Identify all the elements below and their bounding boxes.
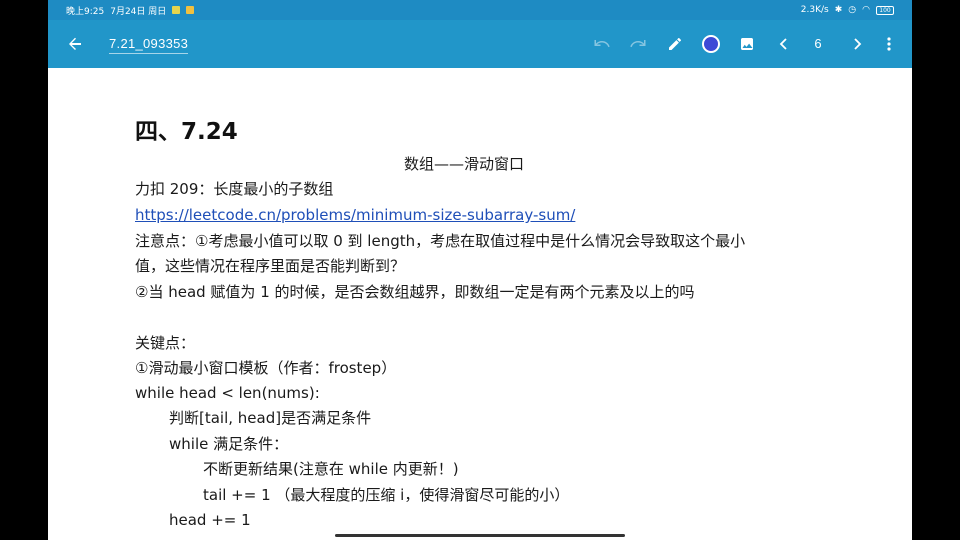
redo-icon[interactable] <box>620 20 656 68</box>
more-vert-icon[interactable] <box>871 20 907 68</box>
undo-icon[interactable] <box>584 20 620 68</box>
notification-icon <box>172 6 181 14</box>
code-line-4: 不断更新结果(注意在 while 内更新！) <box>203 460 459 478</box>
back-arrow-icon[interactable] <box>57 20 93 68</box>
bluetooth-icon: ✱ <box>834 5 843 15</box>
document-page[interactable]: 四、7.24 数组——滑动窗口 力扣 209：长度最小的子数组 https://… <box>48 68 912 540</box>
status-bar: 晚上9:25 7月24日 周日 2.3K/s ✱ ◷ ◠ 100 <box>48 0 912 20</box>
pen-icon[interactable] <box>657 20 693 68</box>
code-line-2: 判断[tail, head]是否满足条件 <box>169 409 372 427</box>
code-line-5: tail += 1 （最大程度的压缩 i，使得滑窗尽可能的小） <box>203 486 570 504</box>
code-line-6: head += 1 <box>169 511 251 529</box>
page-number: 6 <box>814 36 822 51</box>
problem-link[interactable]: https://leetcode.cn/problems/minimum-siz… <box>135 205 575 225</box>
chevron-right-icon[interactable] <box>839 20 875 68</box>
section-heading: 四、7.24 <box>135 119 238 145</box>
note-line-1: 注意点：①考虑最小值可以取 0 到 length，考虑在取值过程中是什么情况会导… <box>135 232 746 250</box>
status-left: 晚上9:25 7月24日 周日 <box>66 4 195 17</box>
document-title[interactable]: 7.21_093353 <box>109 36 189 54</box>
wifi-icon: ◠ <box>862 5 870 15</box>
note-line-2: 值，这些情况在程序里面是否能判断到？ <box>135 257 406 275</box>
color-picker-icon[interactable] <box>693 20 729 68</box>
pen-color-swatch <box>702 35 720 53</box>
alarm-icon: ◷ <box>848 5 857 15</box>
notification-icon-2 <box>186 6 195 14</box>
code-line-3: while 满足条件： <box>169 435 289 453</box>
status-date: 7月24日 周日 <box>110 6 167 17</box>
note-line-3: ②当 head 赋值为 1 的时候，是否会数组越界，即数组一定是有两个元素及以上… <box>135 283 695 301</box>
key-points-label: 关键点： <box>135 334 196 352</box>
image-icon[interactable] <box>729 20 765 68</box>
app-toolbar: 7.21_093353 6 <box>48 20 912 68</box>
problem-title: 力扣 209：长度最小的子数组 <box>135 180 334 198</box>
section-subtitle: 数组——滑动窗口 <box>404 155 525 173</box>
network-speed: 2.3K/s <box>800 5 829 15</box>
code-line-1: while head < len(nums): <box>135 384 320 402</box>
horizontal-scrollbar[interactable] <box>335 534 625 537</box>
status-right: 2.3K/s ✱ ◷ ◠ 100 <box>801 5 894 15</box>
status-time: 晚上9:25 <box>66 6 105 17</box>
chevron-left-icon[interactable] <box>766 20 802 68</box>
template-title: ①滑动最小窗口模板（作者：frostep） <box>135 359 397 377</box>
battery-icon: 100 <box>876 5 894 15</box>
